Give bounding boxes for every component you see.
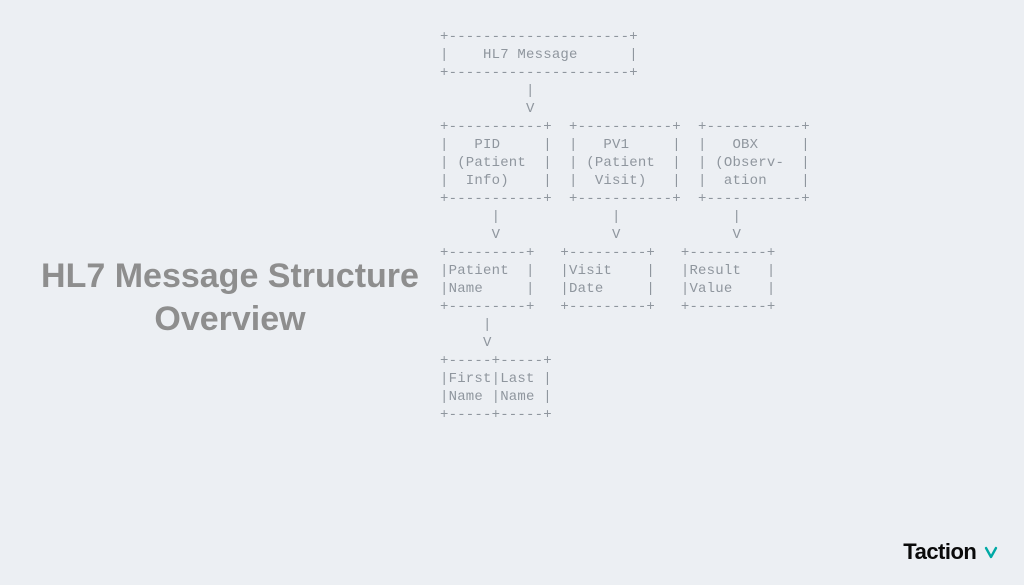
hl7-structure-diagram: +---------------------+ | HL7 Message | … [440, 28, 810, 424]
brand-text: Taction [903, 539, 976, 564]
page-title: HL7 Message Structure Overview [30, 255, 430, 340]
brand-logo: Taction [903, 539, 998, 565]
brand-accent-icon [984, 539, 998, 565]
